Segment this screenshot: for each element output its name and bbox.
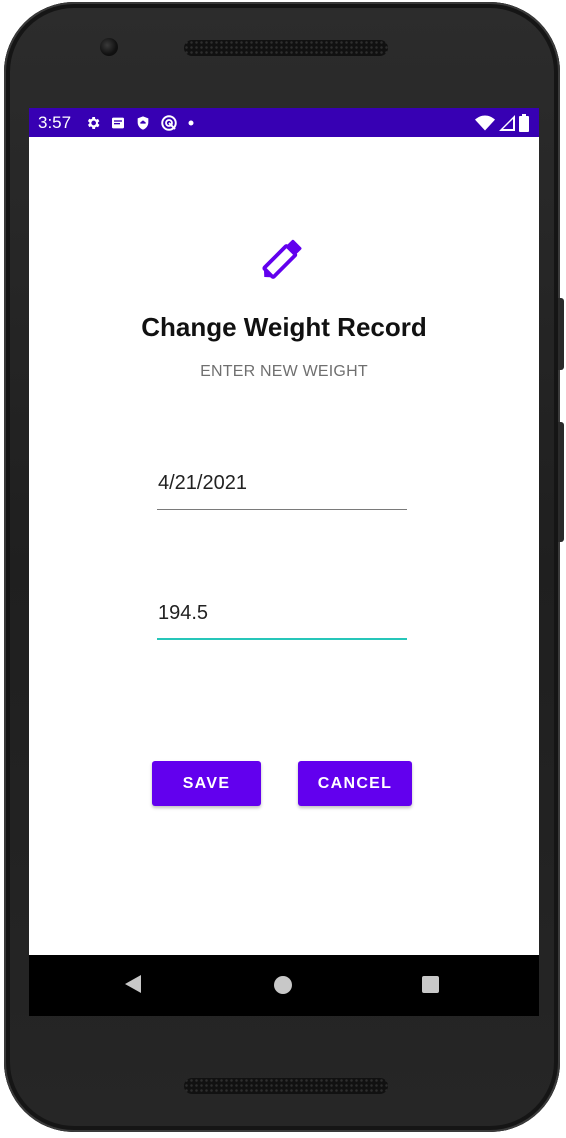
home-icon[interactable] — [274, 976, 292, 994]
top-speaker-grille — [184, 40, 388, 56]
edit-pencil-icon — [259, 235, 307, 283]
notification-icon — [110, 115, 126, 131]
dot-icon — [187, 119, 195, 127]
status-notification-icons — [85, 114, 195, 132]
status-time: 3:57 — [38, 112, 72, 132]
save-button[interactable]: SAVE — [152, 761, 261, 806]
volume-button — [558, 422, 564, 542]
signal-icon — [499, 114, 515, 131]
date-field[interactable]: 4/21/2021 — [157, 472, 407, 510]
back-icon[interactable] — [125, 975, 141, 993]
status-system-icons — [475, 113, 529, 132]
page-subtitle: ENTER NEW WEIGHT — [200, 363, 368, 380]
weight-field[interactable]: 194.5 — [157, 602, 407, 640]
settings-icon — [85, 115, 101, 131]
app-screen: 3:57 Change Weight Record ENTER NEW WEIG… — [29, 108, 539, 1016]
recents-icon[interactable] — [422, 976, 439, 993]
bottom-speaker-grille — [184, 1078, 388, 1094]
shield-icon — [135, 115, 151, 131]
front-camera — [100, 38, 118, 56]
weight-value: 194.5 — [158, 602, 209, 624]
navigation-bar — [29, 955, 539, 1016]
status-bar: 3:57 — [29, 108, 539, 137]
date-value: 4/21/2021 — [158, 472, 247, 494]
wifi-icon — [475, 115, 495, 131]
power-button — [558, 298, 564, 370]
page-title: Change Weight Record — [141, 312, 427, 342]
sync-icon — [160, 114, 178, 132]
battery-icon — [519, 113, 529, 132]
cancel-button[interactable]: CANCEL — [298, 761, 412, 806]
